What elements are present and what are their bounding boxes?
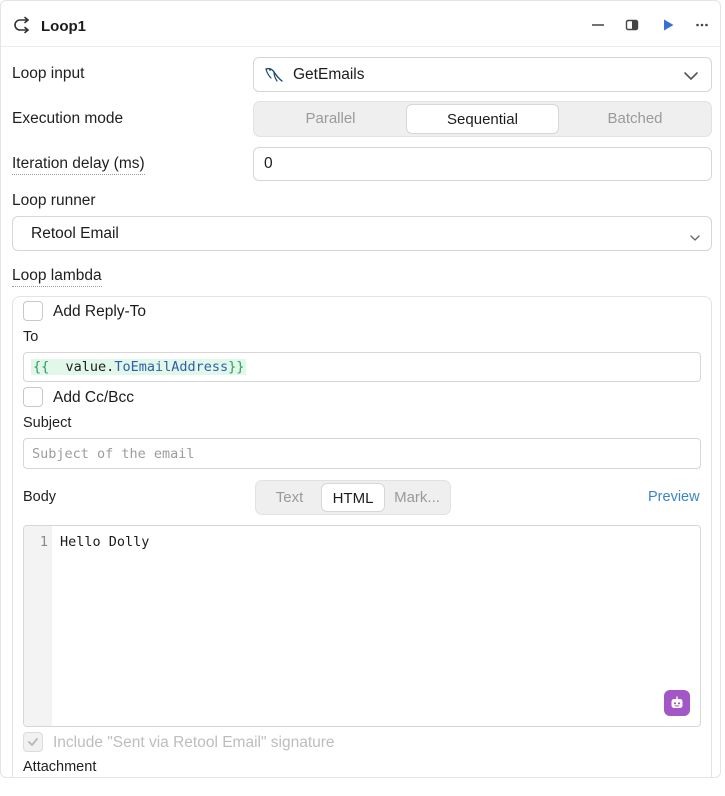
mysql-icon (263, 64, 285, 90)
execution-mode-batched[interactable]: Batched (560, 104, 710, 134)
more-icon[interactable] (693, 16, 711, 34)
execution-mode-sequential[interactable]: Sequential (406, 104, 559, 134)
loop-panel: Loop1 Loop input GetEmails Execution mod… (0, 0, 721, 778)
template-variable: value (65, 359, 107, 375)
editor-gutter: 1 (24, 526, 52, 726)
execution-mode-segmented: Parallel Sequential Batched (253, 101, 712, 137)
chevron-down-icon (683, 69, 699, 86)
signature-checkbox[interactable] (23, 732, 43, 752)
iteration-delay-label: Iteration delay (ms) (12, 155, 145, 175)
iteration-delay-input[interactable]: 0 (253, 147, 712, 181)
to-template-expression: {{ value.ToEmailAddress}} (31, 359, 247, 375)
to-label: To (23, 329, 39, 345)
loop-runner-value: Retool Email (31, 225, 119, 242)
execution-mode-parallel[interactable]: Parallel (256, 104, 405, 134)
chevron-down-icon (689, 230, 701, 247)
template-close-brace: }} (228, 359, 245, 375)
add-reply-to-label[interactable]: Add Reply-To (53, 303, 146, 321)
body-tab-html[interactable]: HTML (321, 483, 385, 512)
body-tab-markdown[interactable]: Mark... (386, 483, 448, 512)
minimize-icon[interactable] (589, 16, 607, 34)
line-number: 1 (39, 534, 48, 550)
attachment-label: Attachment (23, 759, 97, 775)
body-label: Body (23, 489, 57, 505)
add-cc-bcc-checkbox[interactable] (23, 387, 43, 407)
preview-link[interactable]: Preview (648, 489, 700, 505)
sidebar-toggle-icon[interactable] (623, 16, 641, 34)
add-cc-bcc-label[interactable]: Add Cc/Bcc (53, 389, 134, 407)
loop-runner-select[interactable]: Retool Email (12, 216, 712, 251)
body-code-editor[interactable]: 1 Hello Dolly (23, 525, 701, 727)
to-input[interactable]: {{ value.ToEmailAddress}} (23, 352, 701, 382)
run-icon[interactable] (659, 16, 677, 34)
body-format-tabs: Text HTML Mark... (255, 480, 451, 515)
subject-placeholder: Subject of the email (32, 446, 195, 462)
loop-runner-label: Loop runner (12, 192, 96, 209)
loop-lambda-label: Loop lambda (12, 267, 102, 287)
template-property: ToEmailAddress (114, 359, 229, 375)
panel-header: Loop1 (1, 1, 720, 47)
execution-mode-label: Execution mode (12, 110, 124, 127)
loop-input-select[interactable]: GetEmails (253, 57, 712, 92)
block-title[interactable]: Loop1 (41, 18, 86, 35)
template-open-brace: {{ (33, 359, 50, 375)
subject-input[interactable]: Subject of the email (23, 438, 701, 469)
iteration-delay-value: 0 (264, 155, 273, 172)
editor-line-content: Hello Dolly (60, 534, 150, 550)
loop-input-label: Loop input (12, 65, 85, 82)
add-reply-to-checkbox[interactable] (23, 301, 43, 321)
loop-input-value: GetEmails (293, 66, 365, 83)
signature-label[interactable]: Include "Sent via Retool Email" signatur… (53, 734, 335, 752)
ai-assistant-icon[interactable] (664, 690, 690, 716)
loop-icon (11, 15, 33, 37)
subject-label: Subject (23, 415, 72, 431)
body-tab-text[interactable]: Text (258, 483, 321, 512)
